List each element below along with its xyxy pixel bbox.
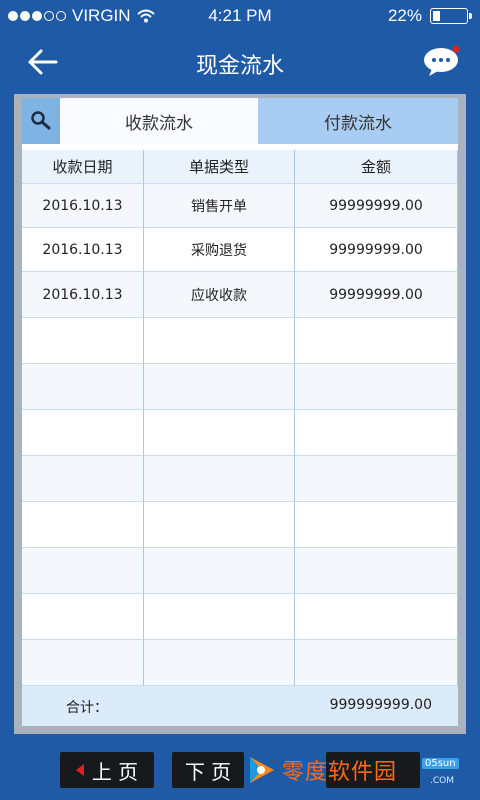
table-cell xyxy=(22,502,144,548)
next-page-label: 下 页 xyxy=(184,759,232,784)
table-cell xyxy=(22,364,144,410)
table-cell xyxy=(295,410,458,456)
total-row: 合计： 999999999.00 xyxy=(22,686,458,726)
table-cell xyxy=(295,318,458,364)
search-button[interactable] xyxy=(22,98,60,144)
tab-payments[interactable]: 付款流水 xyxy=(258,98,458,144)
next-page-button[interactable]: 下 页 xyxy=(172,752,244,788)
table-cell xyxy=(144,548,295,594)
nav-bar: 现金流水 xyxy=(0,32,480,92)
table-cell: 2016.10.13 xyxy=(22,228,144,272)
watermark-logo-icon xyxy=(250,757,274,783)
total-label: 合计： xyxy=(66,700,108,716)
tab-bar: 收款流水 付款流水 xyxy=(22,98,458,144)
table-cell: 99999999.00 xyxy=(295,272,458,318)
table-cell xyxy=(295,456,458,502)
table-cell xyxy=(144,594,295,640)
table-cell xyxy=(295,640,458,686)
table-header-cell: 金额 xyxy=(295,150,458,184)
table-cell xyxy=(295,594,458,640)
watermark: 零度软件园 05sun .COM xyxy=(244,748,459,792)
search-icon xyxy=(31,111,51,130)
records-sheet: 收款流水 付款流水 收款日期 单据类型 金额 2016.10.13 销售开单 999999… xyxy=(22,98,458,726)
prev-page-label: 上 页 xyxy=(91,759,139,784)
notification-dot xyxy=(452,45,460,53)
table-cell xyxy=(144,410,295,456)
table-cell xyxy=(22,594,144,640)
table-cell xyxy=(22,456,144,502)
watermark-text: 零度软件园 xyxy=(282,760,398,785)
table-cell xyxy=(295,364,458,410)
battery-icon xyxy=(430,8,472,24)
watermark-domain: .COM xyxy=(430,776,454,786)
table-cell xyxy=(22,548,144,594)
status-right: 22% xyxy=(387,6,472,26)
table-cell xyxy=(144,502,295,548)
table-header-cell: 单据类型 xyxy=(144,150,295,184)
table-cell xyxy=(144,456,295,502)
content-panel: 收款流水 付款流水 收款日期 单据类型 金额 2016.10.13 销售开单 999999… xyxy=(14,94,466,734)
table-cell: 99999999.00 xyxy=(295,228,458,272)
table-cell xyxy=(22,640,144,686)
tab-receipts[interactable]: 收款流水 xyxy=(60,98,258,144)
table-header-cell: 收款日期 xyxy=(22,150,144,184)
table-cell: 应收收款 xyxy=(144,272,295,318)
table-cell xyxy=(295,548,458,594)
table-cell xyxy=(295,502,458,548)
table-cell xyxy=(144,640,295,686)
table-cell: 采购退货 xyxy=(144,228,295,272)
prev-page-button[interactable]: 上 页 xyxy=(60,752,154,788)
table-cell: 销售开单 xyxy=(144,184,295,228)
table-cell xyxy=(144,318,295,364)
table-cell: 99999999.00 xyxy=(295,184,458,228)
page-title: 现金流水 xyxy=(195,54,284,79)
message-icon[interactable] xyxy=(422,44,462,78)
table-cell xyxy=(22,410,144,456)
total-amount: 999999999.00 xyxy=(329,697,432,713)
table-cell: 2016.10.13 xyxy=(22,184,144,228)
watermark-badge: 05sun xyxy=(422,758,459,769)
battery-percent: 22% xyxy=(387,6,422,25)
bottom-bar: 上 页 下 页 零度软件园 05sun .COM xyxy=(0,740,480,800)
table-cell xyxy=(22,318,144,364)
status-bar: VIRGIN 4:21 PM 22% xyxy=(0,0,480,32)
table-cell: 2016.10.13 xyxy=(22,272,144,318)
prev-arrow-icon xyxy=(75,764,84,776)
table-cell xyxy=(144,364,295,410)
